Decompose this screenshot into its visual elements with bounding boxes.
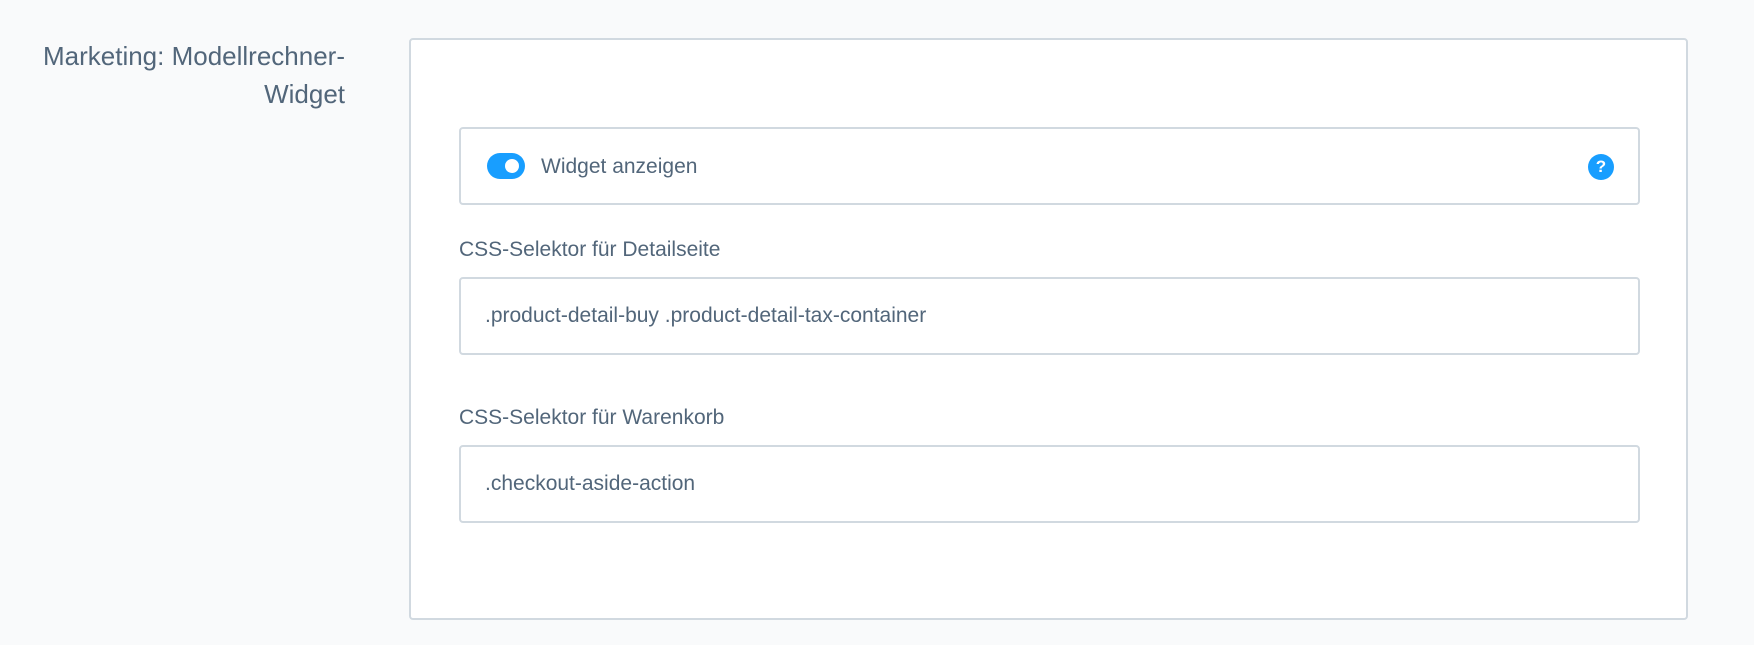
section-title-line-1: Marketing: Modellrechner-	[42, 41, 345, 71]
question-mark-icon[interactable]: ?	[1588, 154, 1614, 180]
widget-toggle-field: Widget anzeigen ?	[459, 127, 1640, 205]
widget-toggle-label[interactable]: Widget anzeigen	[541, 153, 697, 181]
cart-selector-input[interactable]	[459, 445, 1640, 523]
detail-selector-input[interactable]	[459, 277, 1640, 355]
section-title-line-2: Widget	[264, 79, 345, 109]
settings-card: Widget anzeigen ? CSS-Selektor für Detai…	[409, 38, 1688, 620]
detail-selector-label: CSS-Selektor für Detailseite	[459, 238, 721, 261]
section-title: Marketing: Modellrechner- Widget	[0, 37, 345, 113]
toggle-knob	[505, 159, 519, 173]
widget-toggle-switch[interactable]	[487, 153, 525, 179]
cart-selector-label: CSS-Selektor für Warenkorb	[459, 406, 725, 429]
